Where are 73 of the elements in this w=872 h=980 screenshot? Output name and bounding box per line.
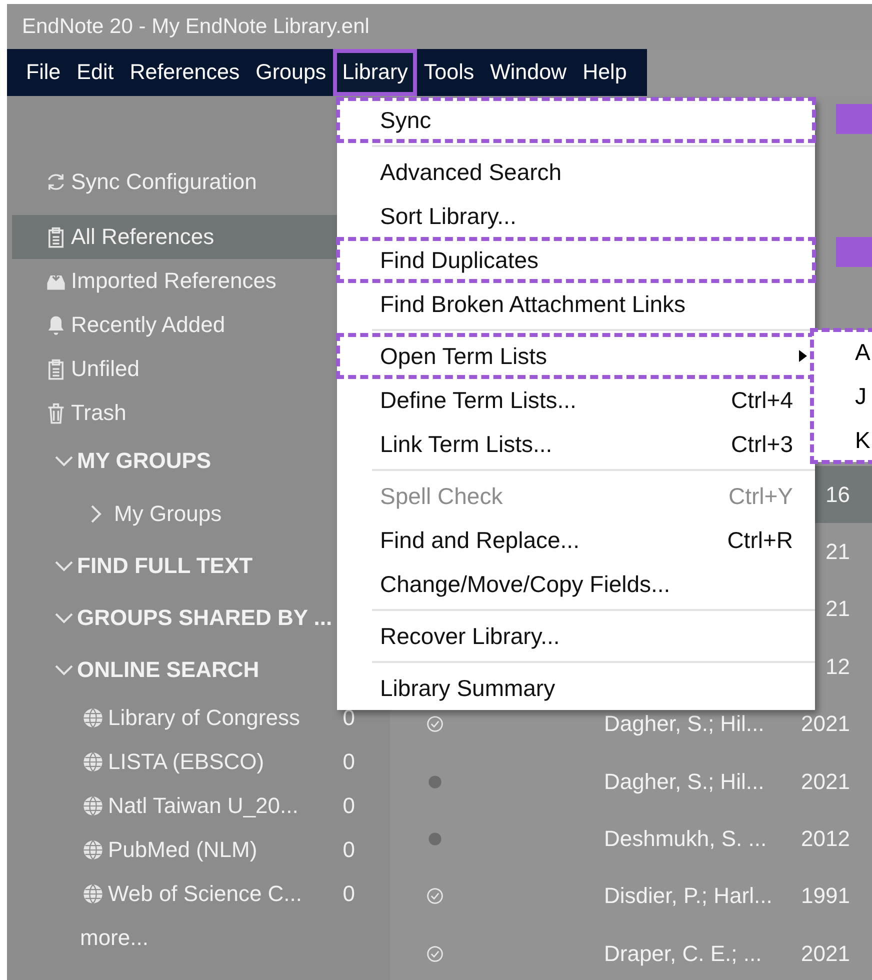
window-title: EndNote 20 - My EndNote Library.enl (22, 14, 370, 38)
globe-icon (82, 795, 104, 817)
menu-option[interactable]: Link Term Lists... Ctrl+3 (337, 422, 815, 466)
group-heading[interactable]: ONLINE SEARCH (77, 657, 260, 683)
menu-item[interactable]: Edit (68, 49, 123, 96)
globe-icon (82, 883, 104, 905)
menu-option[interactable]: Change/Move/Copy Fields... (337, 562, 815, 606)
menu-option[interactable]: Recover Library... (337, 614, 815, 658)
menu-item[interactable]: References (120, 49, 249, 96)
menu-item[interactable]: Help (574, 49, 636, 96)
year-cell: 16 (826, 482, 850, 508)
menu-item[interactable]: Window (481, 49, 576, 96)
more-link[interactable]: more... (7, 916, 390, 960)
menu-option[interactable]: Find and Replace... Ctrl+R (337, 518, 815, 562)
menu-item[interactable]: Tools (414, 49, 484, 96)
dot-icon (426, 830, 444, 848)
sidebar-item[interactable]: Web of Science C... 0 (7, 872, 390, 916)
year-cell: 2021 (801, 768, 850, 795)
group-heading[interactable]: GROUPS SHARED BY ... (77, 605, 332, 631)
author-cell-text: Deshmukh, S. ... (604, 826, 768, 852)
submenu-arrow-icon (799, 350, 807, 362)
globe-icon (82, 707, 104, 729)
item-count: 0 (342, 881, 355, 907)
sync-icon (45, 171, 67, 193)
author-cell-text: Dagher, S.; Hil... (604, 768, 766, 795)
chevron-down-icon[interactable] (54, 455, 74, 467)
menu-option[interactable]: Sync (337, 98, 815, 142)
sidebar-item[interactable]: Natl Taiwan U_20... 0 (7, 784, 390, 828)
globe-icon (82, 839, 104, 861)
menu-option[interactable]: Advanced Search (337, 150, 815, 194)
dot-icon (426, 772, 444, 791)
item-label: My Groups (114, 500, 222, 526)
globe-icon (82, 751, 104, 773)
author-cell-text: Draper, C. E.; ... (604, 940, 763, 967)
chevron-right-icon[interactable] (90, 504, 102, 524)
check-circle-icon (426, 715, 444, 734)
year-cell: 2012 (801, 826, 850, 852)
menu-option[interactable]: Open Term Lists (337, 334, 815, 378)
shortcut-label: Ctrl+Y (728, 482, 793, 510)
reference-row[interactable]: Disdier, P.; Harl... 1991 (390, 868, 872, 926)
menu-option[interactable]: Define Term Lists... Ctrl+4 (337, 378, 815, 422)
callout-marker (836, 104, 872, 134)
item-count: 0 (342, 793, 355, 819)
year-cell: 2021 (801, 940, 850, 967)
author-cell-text: Disdier, P.; Harl... (604, 883, 774, 910)
author-cell-text: Dagher, S.; Hil... (604, 711, 766, 738)
sidebar-item[interactable]: LISTA (EBSCO) 0 (7, 740, 390, 784)
reference-row[interactable]: Draper, C. E.; ... 2021 (390, 925, 872, 980)
callout-marker (836, 237, 872, 267)
group-heading[interactable]: FIND FULL TEXT (77, 553, 253, 579)
year-cell: 2021 (801, 711, 850, 738)
reference-row[interactable]: Dagher, S.; Hil... 2021 (390, 752, 872, 810)
menu-item[interactable]: File (17, 49, 70, 96)
chevron-down-icon[interactable] (54, 560, 74, 572)
submenu-option[interactable]: A (855, 338, 870, 366)
shortcut-label: Ctrl+4 (731, 386, 793, 414)
year-cell: 1991 (801, 883, 850, 910)
menu-item[interactable]: Library (333, 49, 417, 96)
menu-item[interactable]: Groups (246, 49, 336, 96)
chevron-down-icon[interactable] (54, 664, 74, 676)
menu-option[interactable]: Find Broken Attachment Links (337, 282, 815, 326)
item-count: 0 (342, 749, 355, 775)
item-count: 0 (342, 837, 355, 863)
sidebar-item[interactable]: PubMed (NLM) 0 (7, 828, 390, 872)
check-circle-icon (426, 887, 444, 906)
group-heading[interactable]: MY GROUPS (77, 448, 212, 474)
chevron-down-icon[interactable] (54, 612, 74, 624)
shortcut-label: Ctrl+3 (731, 430, 793, 458)
reference-row[interactable]: Deshmukh, S. ... 2012 (390, 810, 872, 868)
check-circle-icon (426, 944, 444, 963)
shortcut-label: Ctrl+R (727, 526, 793, 554)
submenu-option[interactable]: K (855, 426, 870, 454)
submenu-option[interactable]: J (855, 382, 866, 410)
